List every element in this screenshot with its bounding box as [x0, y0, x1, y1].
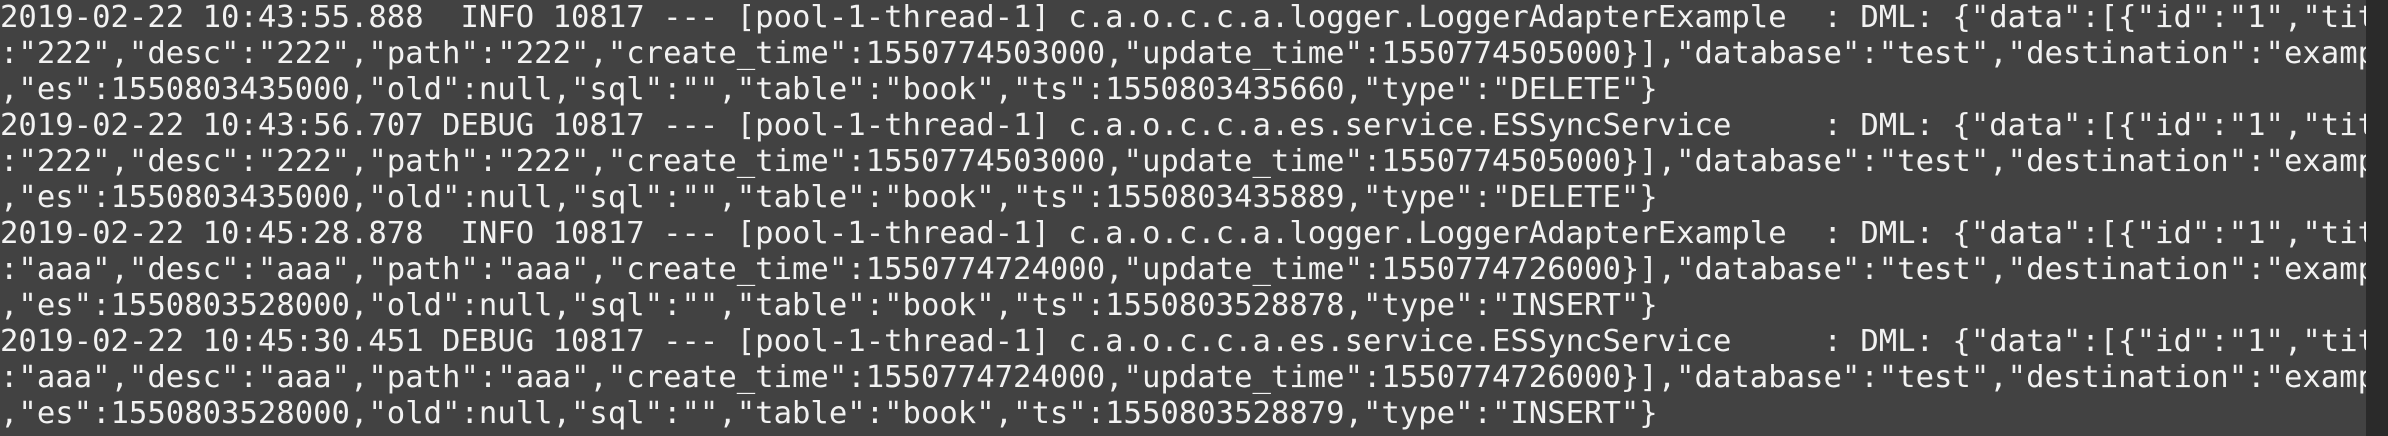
log-line: 2019-02-22 10:45:30.451 DEBUG 10817 --- … [0, 324, 2366, 359]
terminal-window[interactable]: 2019-02-22 10:43:55.888 INFO 10817 --- [… [0, 0, 2366, 436]
log-output: 2019-02-22 10:43:55.888 INFO 10817 --- [… [0, 0, 2366, 432]
log-line: :"aaa","desc":"aaa","path":"aaa","create… [0, 252, 2366, 287]
log-line: :"222","desc":"222","path":"222","create… [0, 36, 2366, 71]
log-line: ,"es":1550803528000,"old":null,"sql":"",… [0, 288, 1658, 323]
log-line: 2019-02-22 10:45:28.878 INFO 10817 --- [… [0, 216, 2366, 251]
log-line: ,"es":1550803435000,"old":null,"sql":"",… [0, 180, 1658, 215]
log-line: ,"es":1550803435000,"old":null,"sql":"",… [0, 72, 1658, 107]
log-line: 2019-02-22 10:43:55.888 INFO 10817 --- [… [0, 0, 2366, 35]
log-line: ,"es":1550803528000,"old":null,"sql":"",… [0, 396, 1658, 431]
log-line: :"222","desc":"222","path":"222","create… [0, 144, 2366, 179]
log-line: :"aaa","desc":"aaa","path":"aaa","create… [0, 360, 2366, 395]
scrollbar-track[interactable] [2366, 0, 2388, 436]
log-line: 2019-02-22 10:43:56.707 DEBUG 10817 --- … [0, 108, 2366, 143]
